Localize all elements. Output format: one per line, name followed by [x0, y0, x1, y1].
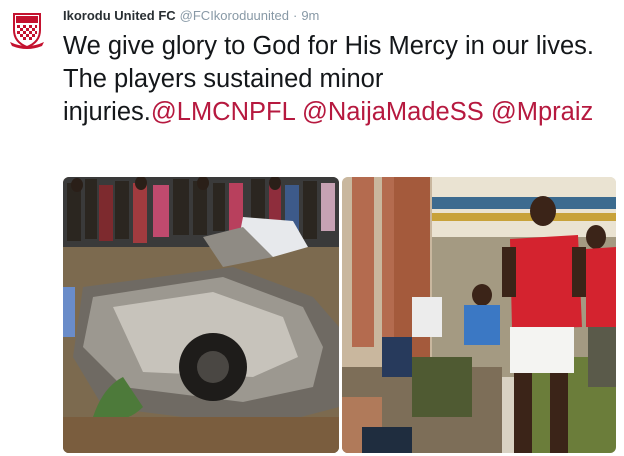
separator-dot: ·: [292, 8, 298, 23]
photo-wreckage-image: [63, 177, 339, 453]
avatar[interactable]: [6, 8, 48, 50]
mention-link[interactable]: @LMCNPFL: [151, 98, 295, 126]
photo-players-image: [342, 177, 616, 453]
club-crest-logo: [6, 8, 48, 50]
author-name[interactable]: Ikorodu United FC: [63, 8, 176, 23]
tweet-timestamp[interactable]: 9m: [301, 8, 319, 23]
tweet-photo-players[interactable]: [342, 177, 616, 453]
mention-link[interactable]: @NaijaMadeSS: [302, 98, 484, 126]
tweet-photo-wreckage[interactable]: [63, 177, 339, 453]
mention-link[interactable]: @Mpraiz: [491, 98, 593, 126]
tweet-text: We give glory to God for His Mercy in ou…: [63, 30, 613, 129]
tweet-header: Ikorodu United FC @FCIkoroduunited · 9m: [63, 8, 319, 24]
author-handle[interactable]: @FCIkoroduunited: [180, 8, 289, 23]
